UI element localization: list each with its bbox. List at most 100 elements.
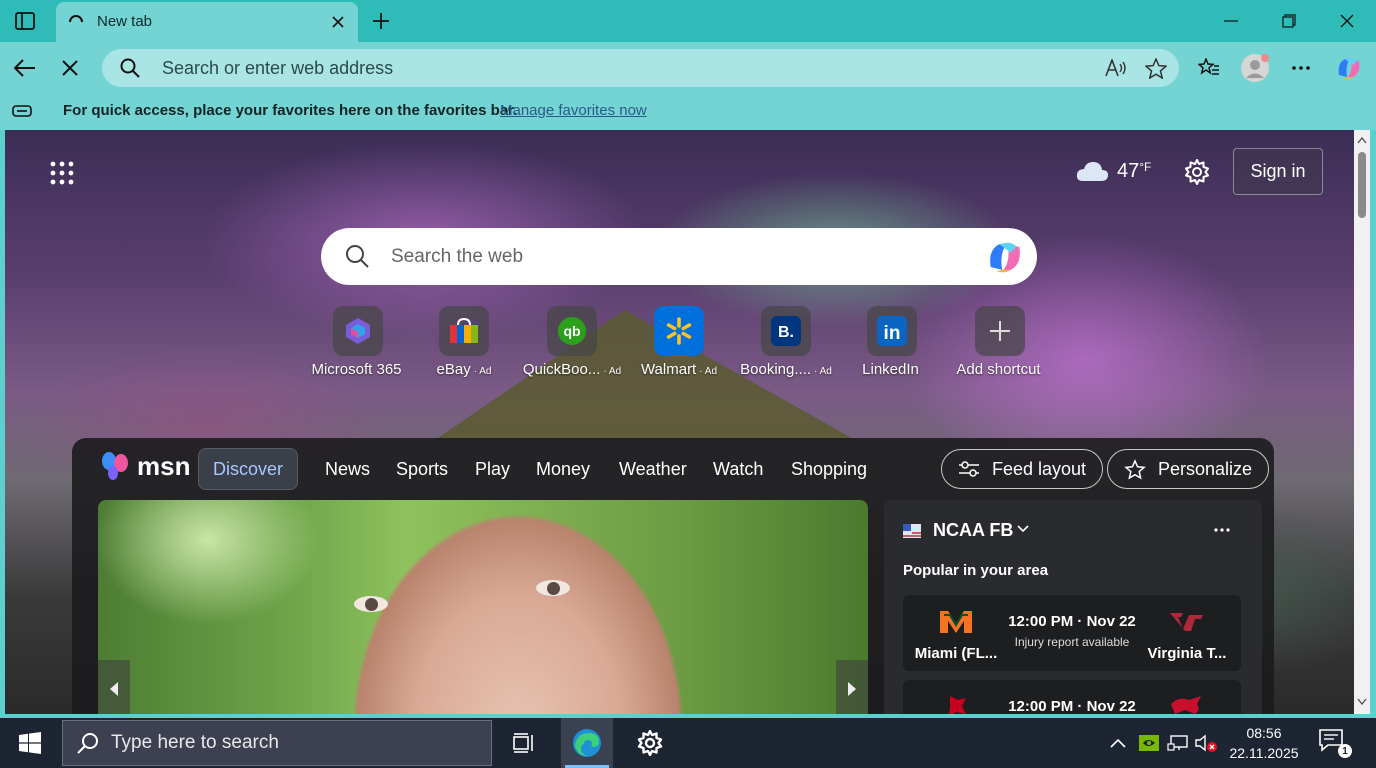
stop-loading-button[interactable] [53,52,87,84]
carousel-next-button[interactable] [836,660,868,714]
web-search-input[interactable] [391,244,951,270]
page-scrollbar[interactable] [1354,130,1370,714]
nvidia-icon [1139,735,1159,751]
quickbooks-icon: qb [547,306,597,356]
shortcut-label: LinkedIn [862,361,919,378]
task-view-icon [513,733,533,753]
shortcut-label: eBay [436,361,471,378]
search-icon [77,733,98,754]
manage-favorites-link[interactable]: Manage favorites now [500,102,647,119]
network-icon [1167,735,1188,751]
shortcut-ebay[interactable]: eBay · Ad [409,306,519,386]
taskbar-search-input[interactable] [111,730,491,756]
game-row[interactable]: Miami (FL... 12:00 PM · Nov 22 Injury re… [903,595,1241,671]
sign-in-button[interactable]: Sign in [1233,148,1323,195]
hero-eye [354,596,388,612]
network-tray-button[interactable] [1166,731,1190,755]
windows-taskbar: 08:56 22.11.2025 1 [0,718,1376,768]
add-shortcut-icon [975,306,1025,356]
tab-news[interactable]: News [325,448,370,490]
taskbar-clock[interactable]: 08:56 22.11.2025 [1224,723,1304,763]
tab-actions-button[interactable] [10,8,40,34]
mustang-logo-icon [1171,696,1201,714]
sports-card-title[interactable]: NCAA FB [933,520,1013,541]
more-horizontal-icon [1292,66,1310,70]
taskbar-app-edge[interactable] [561,718,613,768]
chevron-right-icon [848,682,856,696]
read-aloud-button[interactable] [1102,55,1130,81]
address-bar[interactable] [102,49,1179,87]
search-icon [346,245,369,268]
back-button[interactable] [8,52,42,84]
away-team-name: Virginia T... [1147,645,1227,662]
tab-actions-icon [15,12,35,30]
close-window-button[interactable] [1318,0,1376,42]
personalize-label: Personalize [1158,458,1253,479]
shortcut-walmart[interactable]: Walmart · Ad [624,306,734,386]
action-center-button[interactable]: 1 [1318,728,1352,758]
close-icon [1340,14,1354,28]
browser-tab[interactable]: New tab [56,2,358,42]
app-launcher-button[interactable] [47,158,77,188]
scrollbar-thumb[interactable] [1358,152,1366,218]
scroll-up-arrow-icon[interactable] [1357,136,1367,144]
chevron-left-icon [110,682,118,696]
edge-icon [573,729,601,757]
back-arrow-icon [14,59,35,77]
feed-layout-button[interactable]: Feed layout [941,449,1104,489]
restore-button[interactable] [1260,0,1318,42]
svg-text:qb: qb [563,323,580,339]
copilot-button[interactable] [1332,52,1366,84]
address-input[interactable] [162,55,1062,81]
taskbar-search-box[interactable] [62,720,492,766]
favorites-bar-message: For quick access, place your favorites h… [63,102,518,119]
apps-grid-icon [50,161,74,185]
tab-sports[interactable]: Sports [396,448,448,490]
game-row[interactable]: 12:00 PM · Nov 22 [903,680,1241,714]
weather-widget[interactable]: 47°F [1075,156,1151,186]
carousel-previous-button[interactable] [98,660,130,714]
settings-and-more-button[interactable] [1284,52,1318,84]
web-search-box[interactable] [321,228,1037,285]
ad-label: · Ad [603,366,622,377]
start-button[interactable] [0,718,60,768]
shortcut-linkedin[interactable]: in LinkedIn [837,306,947,386]
hero-story-image[interactable] [98,500,868,714]
close-tab-button[interactable] [328,12,348,32]
favorites-bar-icon [12,105,32,117]
windows-logo-icon [19,732,41,754]
tab-weather[interactable]: Weather [619,448,687,490]
tab-money[interactable]: Money [536,448,590,490]
tab-title: New tab [97,13,153,30]
favorites-button[interactable] [1192,52,1226,84]
tab-watch[interactable]: Watch [713,448,763,490]
copilot-icon[interactable] [985,238,1025,276]
add-favorite-button[interactable] [1142,55,1170,81]
shortcut-add[interactable]: Add shortcut [945,306,1055,386]
personalize-button[interactable]: Personalize [1107,449,1270,489]
chevron-down-icon[interactable] [1016,524,1030,534]
new-tab-button[interactable] [366,6,396,36]
page-settings-button[interactable] [1181,156,1213,188]
nvidia-tray-button[interactable] [1137,731,1161,755]
minimize-button[interactable] [1202,0,1260,42]
sports-card-more-button[interactable] [1210,522,1234,538]
tab-play[interactable]: Play [475,448,510,490]
volume-tray-button[interactable] [1194,731,1218,755]
avatar-icon [1241,54,1269,82]
cloud-icon [1076,162,1108,181]
msn-logo[interactable]: msn [100,448,190,484]
shortcut-microsoft-365[interactable]: Microsoft 365 [303,306,413,386]
clock-date: 22.11.2025 [1229,745,1299,761]
profile-button[interactable] [1238,52,1272,84]
shortcut-booking[interactable]: B. Booking.... · Ad [731,306,841,386]
restore-icon [1282,14,1296,28]
tab-shopping[interactable]: Shopping [791,448,867,490]
taskbar-app-settings[interactable] [624,718,676,768]
shortcut-quickbooks[interactable]: qb QuickBoo... · Ad [517,306,627,386]
tab-discover[interactable]: Discover [198,448,299,490]
task-view-button[interactable] [498,718,550,768]
show-hidden-icons-button[interactable] [1106,731,1130,755]
scroll-down-arrow-icon[interactable] [1357,698,1367,706]
msn-feed: msn Discover News Sports Play Money Weat… [72,438,1274,714]
